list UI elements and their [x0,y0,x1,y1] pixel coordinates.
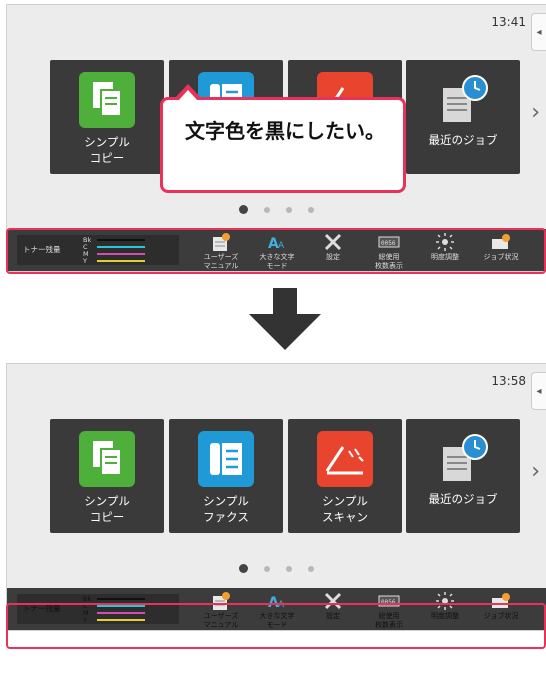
callout-text: 文字色を黒にしたい。 [185,119,385,143]
clock: 13:58 [491,374,526,388]
tile-recent-jobs[interactable]: 最近のジョブ [406,60,520,174]
tile-label-line2: コピー [89,151,125,165]
chevron-right-icon[interactable]: › [531,459,540,484]
side-panel-tab[interactable]: ◂ [531,13,546,51]
page-dot-active[interactable] [239,564,248,573]
tile-label-line1: シンプル [84,135,130,149]
tile-label-line2: ファクス [203,510,249,524]
tile-simple-copy[interactable]: シンプル コピー [50,60,164,174]
page-dot[interactable] [264,206,270,213]
tile-label-line2: スキャン [322,510,368,524]
side-panel-tab[interactable]: ◂ [531,372,546,410]
page-dot[interactable] [286,206,292,213]
tile-label-line1: シンプル [322,494,368,508]
page-dot[interactable] [286,565,292,572]
tile-label-line1: 最近のジョブ [428,492,498,506]
copy-icon [79,431,135,487]
clock: 13:41 [491,15,526,29]
arrow-down-icon [249,288,321,350]
page-dot[interactable] [308,206,314,213]
tile-label-line1: シンプル [203,494,249,508]
chevron-right-icon[interactable]: › [531,100,540,125]
page-dot[interactable] [264,565,270,572]
recent-jobs-icon [435,72,491,128]
page-dot-active[interactable] [239,205,248,214]
callout-tail-inner [178,90,198,101]
tile-label-line1: 最近のジョブ [428,133,498,147]
tile-label-line1: シンプル [84,494,130,508]
tile-simple-copy[interactable]: シンプル コピー [50,419,164,533]
home-screen-after: 13:58 ◂ シンプルコピー シンプルファクス シンプルスキャン 最近のジョブ… [6,363,546,631]
page-dot[interactable] [308,565,314,572]
recent-jobs-icon [435,431,491,487]
tile-simple-fax[interactable]: シンプル ファクス [169,419,283,533]
tile-recent-jobs[interactable]: 最近のジョブ [406,419,520,533]
callout-bubble: 文字色を黒にしたい。 [160,97,406,193]
tile-label-line2: コピー [89,510,125,524]
page-indicator [239,564,314,573]
copy-icon [79,72,135,128]
fax-icon [198,431,254,487]
tile-simple-scan[interactable]: シンプル スキャン [288,419,402,533]
taskbar-highlight-frame [6,603,546,649]
scan-icon [317,431,373,487]
page-indicator [239,205,314,214]
taskbar-highlight-frame [6,228,546,274]
